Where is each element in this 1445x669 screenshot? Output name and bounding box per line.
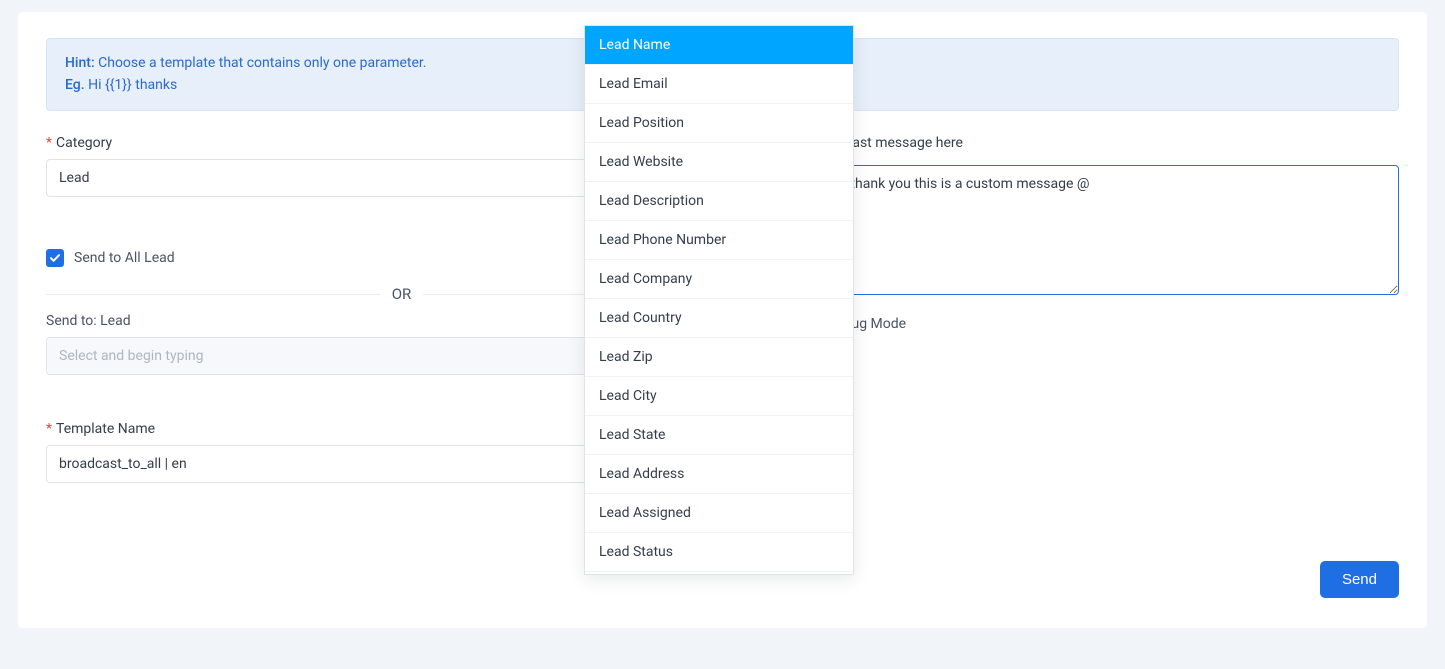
mention-dropdown: Lead NameLead EmailLead PositionLead Web… [584,25,854,575]
category-label: Category [56,135,112,151]
category-value: Lead [59,170,89,186]
main-panel: Hint: Choose a template that contains on… [18,12,1427,628]
dropdown-item[interactable]: Lead Email [585,65,853,104]
mention-dropdown-scroll[interactable]: Lead NameLead EmailLead PositionLead Web… [585,26,853,574]
hint-prefix: Hint: [65,55,95,71]
send-all-label: Send to All Lead [74,250,175,266]
required-marker: * [46,421,52,437]
dropdown-item[interactable]: Lead State [585,416,853,455]
send-all-checkbox[interactable] [46,249,64,267]
hint-text: Choose a template that contains only one… [95,55,427,71]
template-name-value: broadcast_to_all | en [59,456,187,472]
debug-row: Debug Mode [799,315,1399,333]
broadcast-hint-label: * broadcast message here [799,135,1399,151]
dropdown-item[interactable]: Lead Position [585,104,853,143]
broadcast-message-textarea[interactable] [799,165,1399,295]
template-name-label: Template Name [56,421,155,437]
dropdown-item[interactable]: Lead Phone Number [585,221,853,260]
dropdown-item[interactable]: Lead Country [585,299,853,338]
dropdown-item[interactable]: Lead Name [585,26,853,65]
dropdown-item[interactable]: Lead Status [585,533,853,572]
required-marker: * [46,135,52,151]
dropdown-item[interactable]: Lead City [585,377,853,416]
hint-eg-prefix: Eg. [65,77,85,93]
dropdown-item[interactable]: Lead Website [585,143,853,182]
dropdown-item[interactable]: Lead Assigned [585,494,853,533]
dropdown-item[interactable]: Lead Address [585,455,853,494]
or-text: OR [380,285,424,303]
check-icon [49,252,61,264]
hint-eg-text: Hi {{1}} thanks [85,77,178,93]
right-column: * broadcast message here Debug Mode [799,135,1399,483]
dropdown-item[interactable]: Lead Zip [585,338,853,377]
dropdown-item[interactable]: Lead Description [585,182,853,221]
dropdown-item[interactable]: Lead Company [585,260,853,299]
send-button[interactable]: Send [1320,561,1399,598]
